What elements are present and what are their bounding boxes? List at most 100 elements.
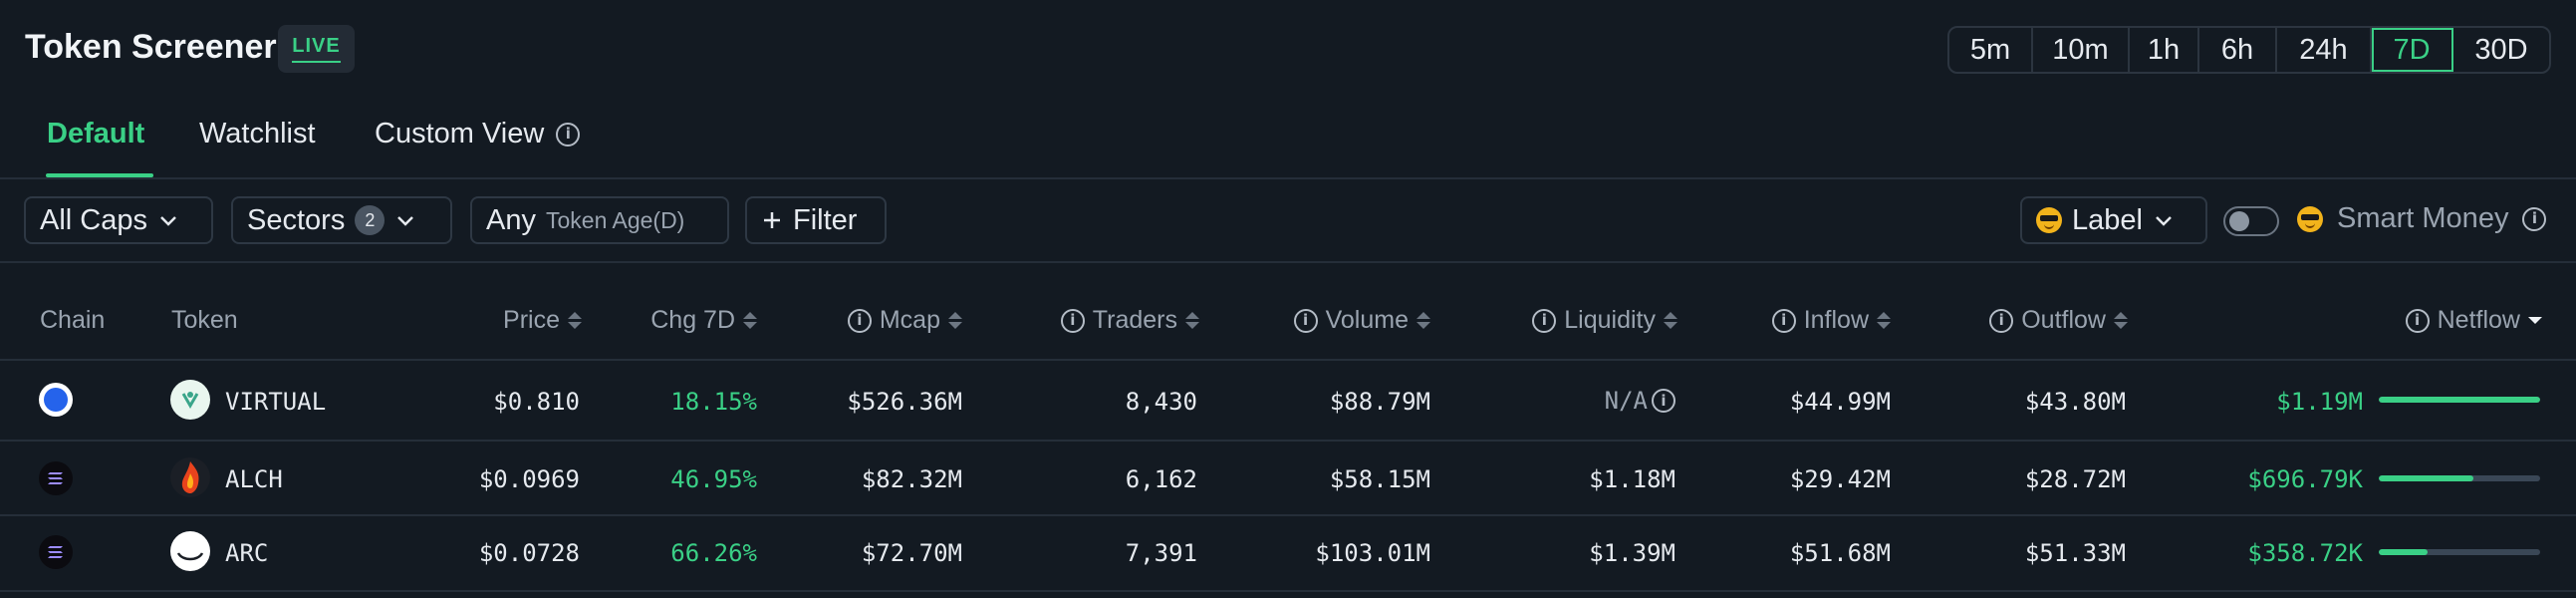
timeframe-6h-button[interactable]: 6h <box>2199 28 2277 72</box>
info-icon[interactable]: i <box>556 122 581 147</box>
liquidity-cell: $1.18M <box>1589 465 1675 493</box>
column-chain-label: Chain <box>40 306 106 334</box>
tab-custom-view-label: Custom View <box>375 118 545 150</box>
price-cell: $0.810 <box>493 388 580 416</box>
sort-desc-icon <box>2528 317 2542 324</box>
sort-icon <box>948 312 962 329</box>
timeframe-5m-button[interactable]: 5m <box>1949 28 2033 72</box>
outflow-cell: $51.33M <box>2024 539 2126 567</box>
liquidity-cell: N/A i <box>1534 387 1675 415</box>
tab-default[interactable]: Default <box>47 118 144 150</box>
change-cell: 46.95% <box>670 465 757 493</box>
virtual-token-icon <box>170 380 210 420</box>
sectors-dropdown[interactable]: Sectors 2 <box>231 196 452 244</box>
token-age-filter[interactable]: Any Token Age(D) <box>470 196 729 244</box>
token-symbol[interactable]: VIRTUAL <box>225 388 326 416</box>
column-price-label: Price <box>503 306 560 334</box>
table-row[interactable]: ALCH $0.0969 46.95% $82.32M 6,162 $58.15… <box>0 442 2576 515</box>
column-outflow-label: Outflow <box>2021 306 2106 334</box>
netflow-bar <box>2379 475 2540 481</box>
volume-cell: $88.79M <box>1329 388 1430 416</box>
chevron-down-icon <box>2156 216 2172 226</box>
plus-icon <box>764 212 780 228</box>
alch-token-icon <box>170 457 210 497</box>
traders-cell: 6,162 <box>1125 465 1197 493</box>
mcap-cell: $72.70M <box>861 539 962 567</box>
token-symbol[interactable]: ARC <box>225 539 268 567</box>
column-chain: Chain <box>40 306 105 335</box>
add-filter-label: Filter <box>793 203 858 236</box>
token-age-value: Any <box>486 203 536 236</box>
mcap-cell: $82.32M <box>861 465 962 493</box>
traders-cell: 8,430 <box>1125 388 1197 416</box>
label-dropdown-label: Label <box>2072 203 2143 236</box>
token-symbol[interactable]: ALCH <box>225 465 283 493</box>
traders-cell: 7,391 <box>1125 539 1197 567</box>
info-icon[interactable]: i <box>1989 308 2014 333</box>
live-badge-label: LIVE <box>292 35 341 63</box>
info-icon[interactable]: i <box>1293 308 1318 333</box>
timeframe-7d-button[interactable]: 7D <box>2372 28 2453 72</box>
inflow-cell: $51.68M <box>1789 539 1891 567</box>
table-row[interactable]: VIRTUAL $0.810 18.15% $526.36M 8,430 $88… <box>0 360 2576 440</box>
info-icon[interactable]: i <box>1532 308 1557 333</box>
token-age-label: Token Age(D) <box>545 206 685 233</box>
smart-money-toggle[interactable] <box>2223 206 2279 236</box>
netflow-bar-fill <box>2379 549 2428 555</box>
column-liquidity[interactable]: i Liquidity <box>1474 306 1677 335</box>
netflow-cell: $696.79K <box>2247 465 2363 493</box>
netflow-cell: $358.72K <box>2247 539 2363 567</box>
timeframe-1h-button[interactable]: 1h <box>2130 28 2199 72</box>
column-traders[interactable]: i Traders <box>1026 306 1199 335</box>
liquidity-cell: $1.39M <box>1589 539 1675 567</box>
label-dropdown[interactable]: Label <box>2020 196 2207 244</box>
add-filter-button[interactable]: Filter <box>745 196 887 244</box>
table-row[interactable]: ARC $0.0728 66.26% $72.70M 7,391 $103.01… <box>0 516 2576 590</box>
column-inflow[interactable]: i Inflow <box>1733 306 1891 335</box>
info-icon[interactable]: i <box>1652 389 1675 413</box>
timeframe-30d-button[interactable]: 30D <box>2453 28 2549 72</box>
caps-dropdown[interactable]: All Caps <box>24 196 213 244</box>
solana-chain-icon <box>39 535 73 569</box>
column-token-label: Token <box>171 306 238 334</box>
column-volume-label: Volume <box>1325 306 1409 334</box>
volume-cell: $103.01M <box>1315 539 1430 567</box>
smart-money-label: Smart Money <box>2337 202 2509 234</box>
column-netflow[interactable]: i Netflow <box>2351 306 2542 335</box>
column-chg[interactable]: Chg 7D <box>608 306 757 335</box>
volume-cell: $58.15M <box>1329 465 1430 493</box>
column-token: Token <box>171 306 238 335</box>
caps-dropdown-label: All Caps <box>40 203 147 236</box>
column-mcap[interactable]: i Mcap <box>797 306 962 335</box>
netflow-bar <box>2379 397 2540 403</box>
info-icon[interactable]: i <box>2522 206 2547 231</box>
info-icon[interactable]: i <box>1060 308 1085 333</box>
column-outflow[interactable]: i Outflow <box>1952 306 2128 335</box>
timeframe-selector: 5m 10m 1h 6h 24h 7D 30D <box>1947 26 2551 74</box>
sort-icon <box>1417 312 1430 329</box>
column-chg-label: Chg 7D <box>650 306 735 334</box>
tab-custom-view[interactable]: Custom View i <box>375 118 581 150</box>
sort-icon <box>2114 312 2128 329</box>
column-volume[interactable]: i Volume <box>1255 306 1430 335</box>
column-netflow-label: Netflow <box>2437 306 2520 334</box>
chevron-down-icon <box>397 216 414 226</box>
column-traders-label: Traders <box>1092 306 1177 334</box>
column-inflow-label: Inflow <box>1803 306 1869 334</box>
toggle-knob <box>2229 211 2249 231</box>
sort-icon <box>1877 312 1891 329</box>
timeframe-24h-button[interactable]: 24h <box>2277 28 2372 72</box>
info-icon[interactable]: i <box>1771 308 1796 333</box>
sort-icon <box>743 312 757 329</box>
inflow-cell: $29.42M <box>1789 465 1891 493</box>
sectors-count-badge: 2 <box>355 205 386 235</box>
live-badge: LIVE <box>278 25 355 73</box>
price-cell: $0.0969 <box>478 465 580 493</box>
column-price[interactable]: Price <box>438 306 582 335</box>
sort-icon <box>1664 312 1677 329</box>
info-icon[interactable]: i <box>2405 308 2430 333</box>
tab-watchlist[interactable]: Watchlist <box>199 118 316 150</box>
timeframe-10m-button[interactable]: 10m <box>2033 28 2130 72</box>
column-mcap-label: Mcap <box>879 306 940 334</box>
info-icon[interactable]: i <box>847 308 872 333</box>
